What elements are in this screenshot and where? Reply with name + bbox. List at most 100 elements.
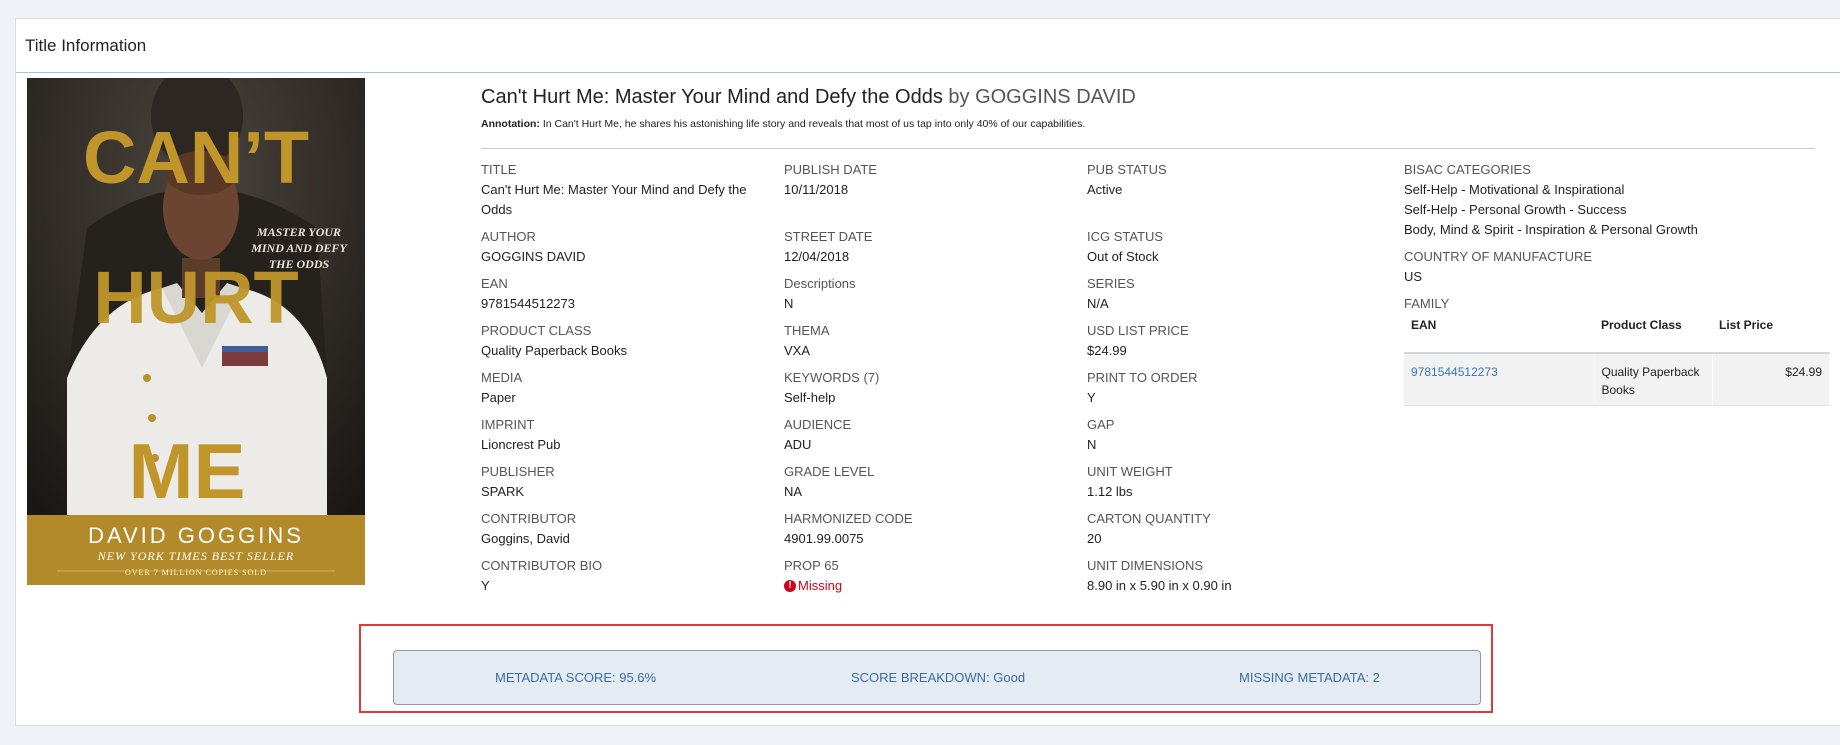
field-value: Self-help	[784, 390, 836, 405]
annotation: Annotation: In Can't Hurt Me, he shares …	[481, 118, 1831, 130]
field-label: FAMILY	[1404, 296, 1450, 311]
field-value: 12/04/2018	[784, 249, 850, 264]
column-header-list-price: List Price	[1712, 312, 1830, 354]
field-value: Out of Stock	[1087, 249, 1159, 264]
field-label: SERIES	[1087, 276, 1135, 291]
field-value: VXA	[784, 343, 811, 358]
field-label: Descriptions	[784, 276, 856, 291]
field-label: EAN	[481, 276, 508, 291]
field-label: KEYWORDS (7)	[784, 370, 880, 385]
field-label: ICG STATUS	[1087, 229, 1164, 244]
table-cell-ean: 9781544512273	[1404, 353, 1595, 406]
column-header-ean: EAN	[1404, 312, 1594, 354]
field-label: PUB STATUS	[1087, 162, 1167, 177]
field-value: US	[1404, 269, 1423, 284]
field-carton-quantity: CARTON QUANTITY 20	[1087, 509, 1377, 549]
field-label: USD LIST PRICE	[1087, 323, 1189, 338]
field-value: Y	[1087, 390, 1096, 405]
field-value: N/A	[1087, 296, 1109, 311]
field-gap: GAP N	[1087, 415, 1377, 455]
annotation-label: Annotation:	[481, 118, 540, 130]
book-title: Can't Hurt Me: Master Your Mind and Defy…	[481, 86, 943, 108]
table-cell-product-class: Quality Paperback Books	[1594, 353, 1713, 406]
field-country: COUNTRY OF MANUFACTURE US	[1404, 247, 1830, 287]
details-column-2: PUBLISH DATE 10/11/2018 STREET DATE 12/04/…	[784, 160, 1074, 603]
field-grade-level: GRADE LEVEL NA	[784, 462, 1074, 502]
field-value: Missing	[798, 578, 843, 593]
column-header-product-class: Product Class	[1594, 312, 1712, 354]
field-print-to-order: PRINT TO ORDER Y	[1087, 368, 1377, 408]
table-row: 9781544512273 Quality Paperback Books $2…	[1404, 353, 1830, 406]
missing-indicator: ! Missing	[784, 576, 1074, 596]
field-label: STREET DATE	[784, 229, 873, 244]
field-label: CONTRIBUTOR BIO	[481, 558, 603, 573]
field-value: Lioncrest Pub	[481, 437, 561, 452]
field-label: CARTON QUANTITY	[1087, 511, 1211, 526]
cover-subtitle: NEW YORK TIMES BEST SELLER	[97, 549, 294, 563]
field-usd-list-price: USD LIST PRICE $24.99	[1087, 321, 1377, 361]
field-label: UNIT DIMENSIONS	[1087, 558, 1204, 573]
details-column-3: PUB STATUS Active ICG STATUS Out of Stock …	[1087, 160, 1377, 603]
field-value: Goggins, David	[481, 531, 570, 546]
metadata-score-highlight: METADATA SCORE: 95.6% SCORE BREAKDOWN: G…	[359, 624, 1493, 713]
field-value: N	[1087, 437, 1097, 452]
field-author: AUTHOR GOGGINS DAVID	[481, 227, 751, 267]
field-unit-dimensions: UNIT DIMENSIONS 8.90 in x 5.90 in x 0.90 …	[1087, 556, 1377, 596]
field-icg-status: ICG STATUS Out of Stock	[1087, 227, 1377, 267]
cover-tagline-1: MASTER YOUR	[256, 225, 341, 239]
field-value: Y	[481, 578, 490, 593]
ean-link[interactable]: 9781544512273	[1411, 365, 1498, 379]
table-cell-list-price: $24.99	[1712, 353, 1830, 406]
metadata-score-bar: METADATA SCORE: 95.6% SCORE BREAKDOWN: G…	[393, 650, 1481, 705]
field-label: UNIT WEIGHT	[1087, 464, 1173, 479]
details-column-1: TITLE Can't Hurt Me: Master Your Mind and…	[481, 160, 751, 603]
field-label: TITLE	[481, 162, 517, 177]
score-breakdown: SCORE BREAKDOWN: Good	[851, 670, 1026, 685]
field-descriptions: Descriptions N	[784, 274, 1074, 314]
field-label: GRADE LEVEL	[784, 464, 875, 479]
family-table: EAN Product Class List Price 97815445122…	[1404, 312, 1830, 406]
field-street-date: STREET DATE 12/04/2018	[784, 227, 1074, 267]
field-value: GOGGINS DAVID	[481, 249, 586, 264]
annotation-text: In Can't Hurt Me, he shares his astonish…	[542, 118, 1086, 130]
cover-copies: OVER 7 MILLION COPIES SOLD	[125, 568, 267, 577]
field-label: HARMONIZED CODE	[784, 511, 913, 526]
field-label: PUBLISHER	[481, 464, 555, 479]
field-value: 10/11/2018	[784, 182, 849, 197]
field-value: Can't Hurt Me: Master Your Mind and Defy…	[481, 182, 747, 217]
field-label: COUNTRY OF MANUFACTURE	[1404, 249, 1593, 264]
field-value: 8.90 in x 5.90 in x 0.90 in	[1087, 578, 1232, 593]
field-prop65: PROP 65 ! Missing	[784, 556, 1074, 596]
field-label: PRODUCT CLASS	[481, 323, 592, 338]
bisac-category: Self-Help - Personal Growth - Success	[1404, 202, 1627, 217]
missing-metadata: MISSING METADATA: 2	[1239, 670, 1380, 685]
field-ean: EAN 9781544512273	[481, 274, 751, 314]
book-byline: by GOGGINS DAVID	[948, 86, 1136, 108]
field-publisher: PUBLISHER SPARK	[481, 462, 751, 502]
cover-title-line3: ME	[129, 427, 246, 515]
field-contributor-bio: CONTRIBUTOR BIO Y	[481, 556, 751, 596]
field-label: GAP	[1087, 417, 1115, 432]
field-label: MEDIA	[481, 370, 523, 385]
field-bisac: BISAC CATEGORIES Self-Help - Motivationa…	[1404, 160, 1830, 240]
field-pub-status: PUB STATUS Active	[1087, 160, 1377, 220]
cover-author: DAVID GOGGINS	[88, 523, 304, 548]
book-title-line: Can't Hurt Me: Master Your Mind and Defy…	[481, 86, 1831, 109]
field-value: $24.99	[1087, 343, 1127, 358]
alert-icon: !	[784, 580, 796, 592]
field-contributor: CONTRIBUTOR Goggins, David	[481, 509, 751, 549]
field-label: BISAC CATEGORIES	[1404, 162, 1531, 177]
cover-tagline-3: THE ODDS	[269, 257, 330, 271]
bisac-category: Body, Mind & Spirit - Inspiration & Pers…	[1404, 222, 1698, 237]
field-value: ADU	[784, 437, 812, 452]
metadata-score: METADATA SCORE: 95.6%	[495, 670, 657, 685]
field-unit-weight: UNIT WEIGHT 1.12 lbs	[1087, 462, 1377, 502]
field-label: PRINT TO ORDER	[1087, 370, 1198, 385]
field-product-class: PRODUCT CLASS Quality Paperback Books	[481, 321, 751, 361]
field-value: N	[784, 296, 794, 311]
book-cover-image: CAN’T HURT ME MASTER YOUR MIND AND DEFY …	[27, 78, 365, 585]
header-divider	[481, 148, 1815, 149]
field-label: AUDIENCE	[784, 417, 852, 432]
field-title: TITLE Can't Hurt Me: Master Your Mind and…	[481, 160, 751, 220]
field-publish-date: PUBLISH DATE 10/11/2018	[784, 160, 1074, 220]
